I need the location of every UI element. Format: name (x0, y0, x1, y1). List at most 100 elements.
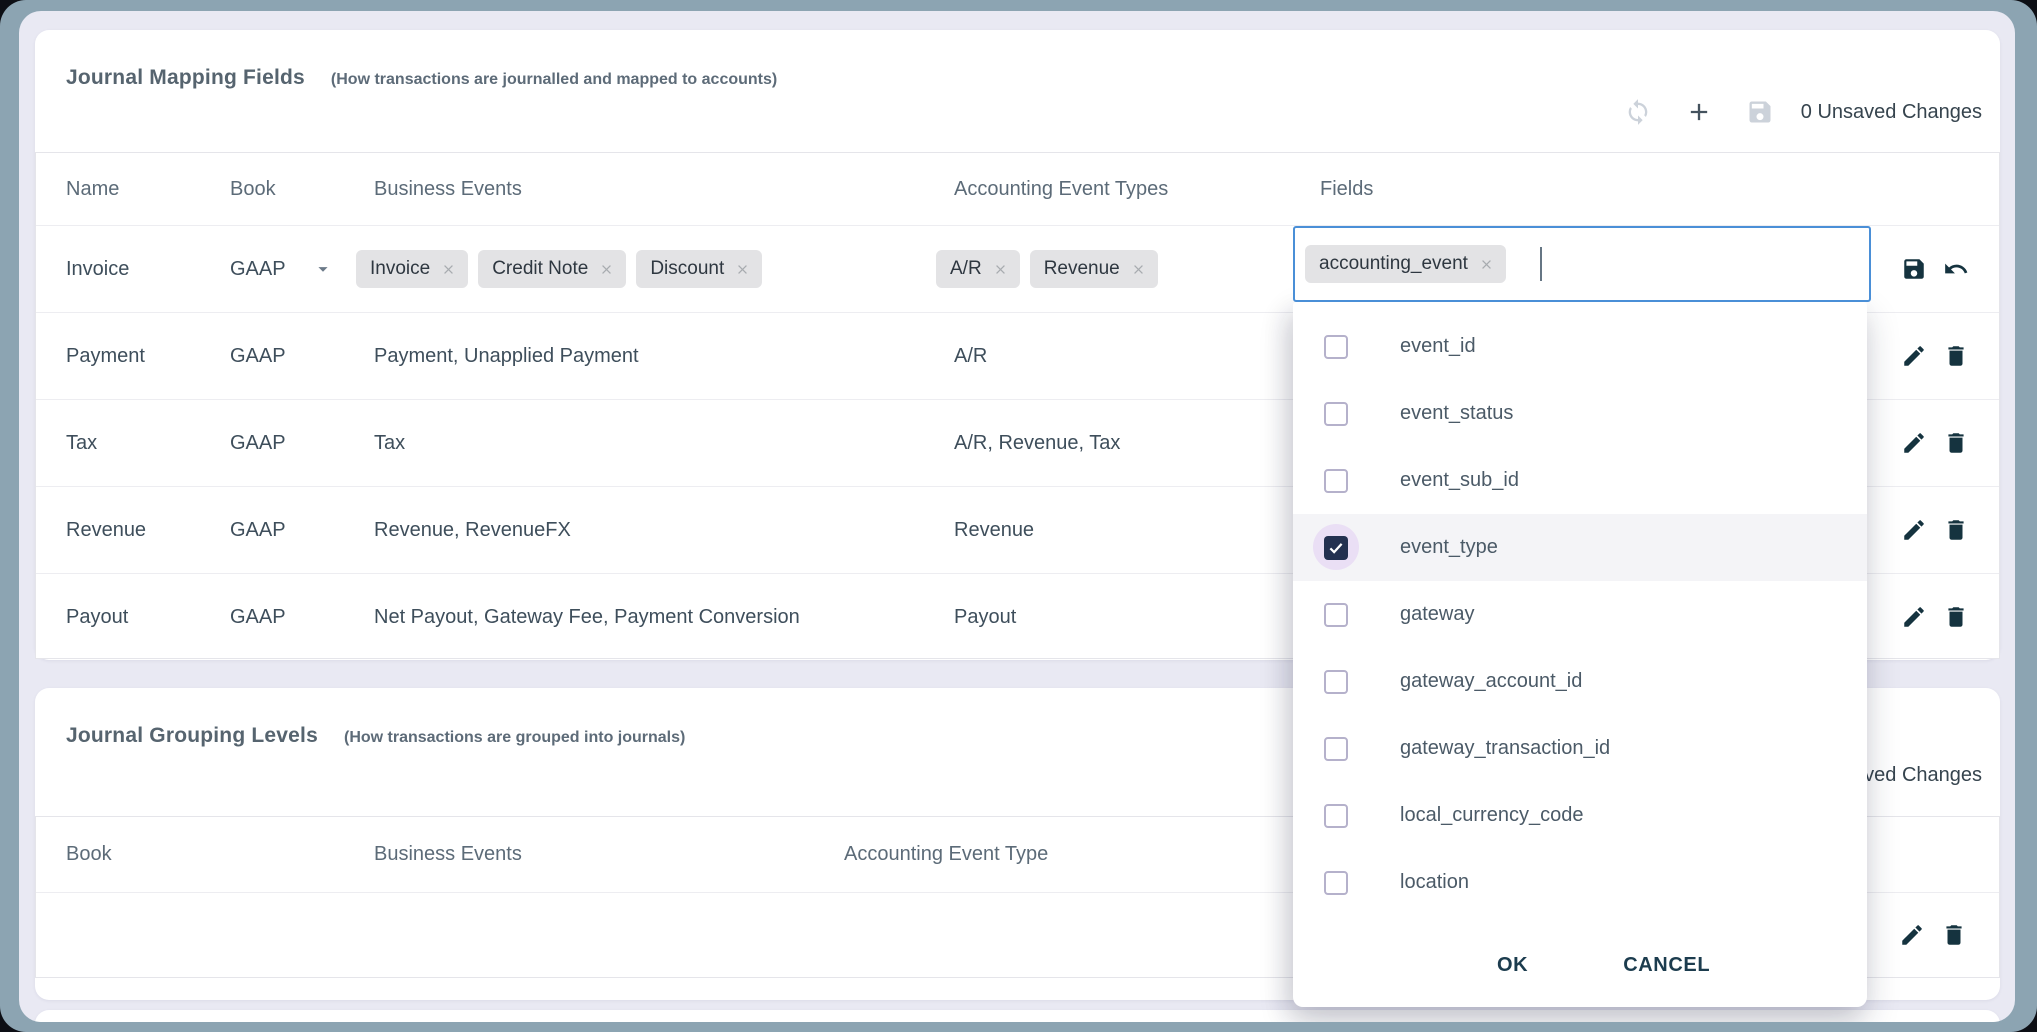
row-business-events: Net Payout, Gateway Fee, Payment Convers… (344, 606, 924, 629)
checkbox[interactable] (1324, 603, 1348, 627)
col-header-accounting-event-types: Accounting Event Types (924, 178, 1290, 201)
row-actions (1884, 517, 1999, 543)
journal-grouping-header: Journal Grouping Levels (How transaction… (66, 724, 685, 748)
checkbox[interactable] (1324, 737, 1348, 761)
chip[interactable]: A/R (936, 250, 1020, 288)
checkbox[interactable] (1324, 804, 1348, 828)
row-name: Invoice (36, 258, 200, 281)
row-book: GAAP (200, 345, 344, 368)
row-business-events: Payment, Unapplied Payment (344, 345, 924, 368)
cancel-button[interactable]: CANCEL (1623, 954, 1710, 977)
book-value: GAAP (230, 258, 286, 281)
col-header-business-events: Business Events (344, 178, 924, 201)
ok-button[interactable]: OK (1497, 954, 1528, 977)
section-subtitle: (How transactions are grouped into journ… (344, 729, 685, 747)
dropdown-option-location[interactable]: location (1293, 849, 1867, 916)
delete-row-icon[interactable] (1943, 517, 1969, 543)
section-title: Journal Mapping Fields (66, 66, 305, 90)
chip[interactable]: Revenue (1030, 250, 1158, 288)
option-label: local_currency_code (1400, 804, 1583, 827)
book-select[interactable]: GAAP (200, 258, 344, 281)
checkbox[interactable] (1324, 402, 1348, 426)
dropdown-option-local_currency_code[interactable]: local_currency_code (1293, 782, 1867, 849)
dropdown-option-event_id[interactable]: event_id (1293, 313, 1867, 380)
option-label: gateway_transaction_id (1400, 737, 1610, 760)
accounting-event-type-chips: A/R Revenue (924, 250, 1290, 288)
chip[interactable]: Credit Note (478, 250, 626, 288)
edit-row-icon[interactable] (1901, 517, 1927, 543)
row-name: Tax (36, 432, 200, 455)
window-frame: Journal Mapping Fields (How transactions… (0, 0, 2037, 1032)
option-label: event_sub_id (1400, 469, 1519, 492)
delete-row-icon[interactable] (1943, 430, 1969, 456)
fields-option-list: event_id event_status event_sub_id event_ty… (1293, 313, 1867, 916)
chip-remove-icon[interactable] (599, 262, 614, 277)
fields-tag-input[interactable]: accounting_event (1293, 226, 1871, 302)
next-card-edge (35, 1010, 2000, 1022)
save-row-icon[interactable] (1901, 256, 1927, 282)
row-business-events: Revenue, RevenueFX (344, 519, 924, 542)
row-accounting-event-types: Revenue (924, 519, 1290, 542)
chip-remove-icon[interactable] (1479, 257, 1494, 272)
page-background: Journal Mapping Fields (How transactions… (19, 11, 2015, 1022)
row-actions (1884, 256, 1999, 282)
edit-row-icon[interactable] (1901, 343, 1927, 369)
fields-dropdown: event_id event_status event_sub_id event_ty… (1293, 302, 1867, 1007)
delete-row-icon[interactable] (1943, 604, 1969, 630)
option-label: gateway (1400, 603, 1475, 626)
col-header-book: Book (36, 843, 344, 866)
edit-row-icon[interactable] (1901, 604, 1927, 630)
dropdown-option-event_type[interactable]: event_type (1293, 514, 1867, 581)
option-label: location (1400, 871, 1469, 894)
checkbox[interactable] (1324, 871, 1348, 895)
dropdown-option-event_sub_id[interactable]: event_sub_id (1293, 447, 1867, 514)
row-actions (1882, 922, 1999, 948)
section-title: Journal Grouping Levels (66, 724, 318, 748)
chip[interactable]: accounting_event (1305, 245, 1506, 283)
text-cursor (1540, 247, 1542, 281)
save-all-icon[interactable] (1746, 98, 1774, 126)
journal-mapping-header: Journal Mapping Fields (How transactions… (66, 66, 777, 90)
chip-remove-icon[interactable] (1131, 262, 1146, 277)
undo-row-icon[interactable] (1943, 256, 1969, 282)
add-row-icon[interactable] (1685, 98, 1713, 126)
dropdown-option-gateway[interactable]: gateway (1293, 581, 1867, 648)
checkbox[interactable] (1324, 335, 1348, 359)
refresh-icon[interactable] (1624, 98, 1652, 126)
col-header-name: Name (36, 178, 200, 201)
row-book: GAAP (200, 432, 344, 455)
chevron-down-icon (312, 258, 334, 280)
row-book: GAAP (200, 606, 344, 629)
chip-remove-icon[interactable] (993, 262, 1008, 277)
chip[interactable]: Discount (636, 250, 762, 288)
row-actions (1884, 343, 1999, 369)
option-label: event_status (1400, 402, 1513, 425)
checkbox[interactable] (1324, 469, 1348, 493)
row-name: Revenue (36, 519, 200, 542)
option-label: gateway_account_id (1400, 670, 1582, 693)
col-header-business-events: Business Events (344, 843, 814, 866)
delete-row-icon[interactable] (1943, 343, 1969, 369)
col-header-book: Book (200, 178, 344, 201)
row-book: GAAP (200, 519, 344, 542)
edit-row-icon[interactable] (1901, 430, 1927, 456)
delete-row-icon[interactable] (1941, 922, 1967, 948)
row-actions (1884, 604, 1999, 630)
chip-remove-icon[interactable] (735, 262, 750, 277)
chip[interactable]: Invoice (356, 250, 468, 288)
chip-remove-icon[interactable] (441, 262, 456, 277)
business-events-chips: Invoice Credit Note Discount (344, 250, 924, 288)
dropdown-option-event_status[interactable]: event_status (1293, 380, 1867, 447)
dropdown-option-gateway_account_id[interactable]: gateway_account_id (1293, 648, 1867, 715)
checkbox-checked-icon[interactable] (1324, 536, 1348, 560)
dropdown-option-gateway_transaction_id[interactable]: gateway_transaction_id (1293, 715, 1867, 782)
row-business-events: Tax (344, 432, 924, 455)
row-actions (1884, 430, 1999, 456)
row-name: Payment (36, 345, 200, 368)
mapping-toolbar: 0 Unsaved Changes (1624, 98, 1982, 126)
option-label: event_id (1400, 335, 1476, 358)
edit-row-icon[interactable] (1899, 922, 1925, 948)
checkbox[interactable] (1324, 670, 1348, 694)
option-label: event_type (1400, 536, 1498, 559)
section-subtitle: (How transactions are journalled and map… (331, 71, 777, 89)
